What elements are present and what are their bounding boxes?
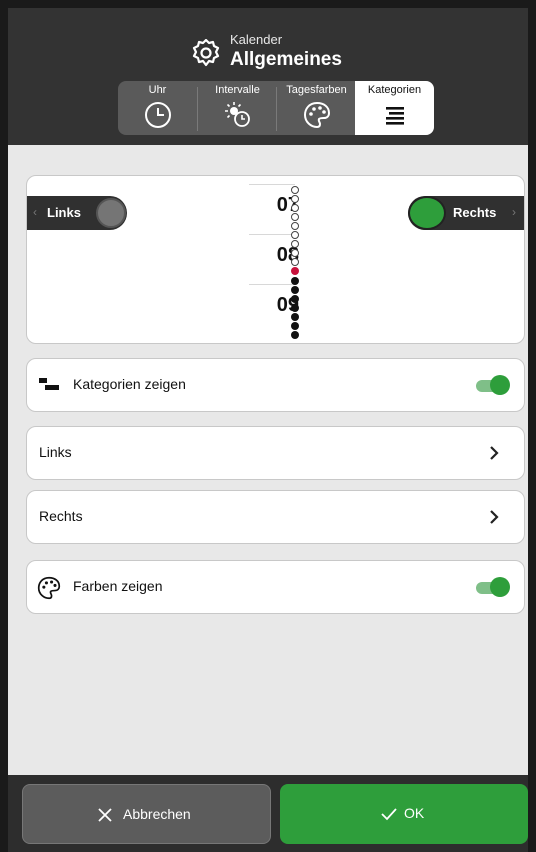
align-lines-icon	[385, 107, 404, 125]
left-toggle-knob	[96, 198, 126, 228]
left-label: Links	[47, 205, 81, 220]
ok-button[interactable]: OK	[280, 784, 528, 844]
right-chevron-icon: ›	[512, 205, 516, 219]
categories-preview: ‹ Links 07 08 09 Rechts ›	[26, 175, 525, 344]
palette-icon	[303, 101, 330, 129]
dot-empty	[291, 213, 299, 221]
tab-uhr[interactable]: Uhr	[118, 81, 197, 135]
right-settings-label: Rechts	[39, 508, 83, 524]
dot-empty	[291, 204, 299, 212]
dot-filled	[291, 313, 299, 321]
dot-empty	[291, 258, 299, 266]
dot-current	[291, 267, 299, 275]
hour-divider	[249, 234, 295, 235]
tab-intervalle[interactable]: Intervalle	[198, 81, 277, 135]
dot-empty	[291, 186, 299, 194]
show-colors-label: Farben zeigen	[73, 578, 163, 594]
show-colors-row[interactable]: Farben zeigen	[26, 560, 525, 614]
tab-label: Kategorien	[367, 84, 422, 96]
left-chevron-icon: ‹	[33, 205, 37, 219]
right-settings-row[interactable]: Rechts	[26, 490, 525, 544]
dot-filled	[291, 304, 299, 312]
settings-screen: Kalender Allgemeines Uhr Intervalle Tage…	[8, 8, 528, 852]
dot-filled	[291, 322, 299, 330]
chevron-right-icon	[490, 510, 499, 524]
show-colors-toggle[interactable]	[476, 577, 510, 597]
close-icon	[98, 808, 112, 822]
dot-empty	[291, 249, 299, 257]
header: Kalender Allgemeines Uhr Intervalle Tage…	[8, 8, 528, 145]
show-categories-toggle[interactable]	[476, 375, 510, 395]
dot-empty	[291, 222, 299, 230]
dot-filled	[291, 286, 299, 294]
tab-label: Tagesfarben	[286, 84, 347, 96]
dot-empty	[291, 231, 299, 239]
left-settings-label: Links	[39, 444, 72, 460]
ok-label: OK	[404, 805, 425, 821]
title-area: Kalender Allgemeines	[8, 18, 528, 70]
toggle-thumb	[490, 375, 510, 395]
interval-dots	[291, 184, 301, 343]
right-category-bar: Rechts ›	[408, 196, 524, 230]
chevron-right-icon	[490, 446, 499, 460]
clock-icon	[144, 102, 171, 128]
tab-label: Intervalle	[215, 84, 260, 96]
show-categories-label: Kategorien zeigen	[73, 376, 186, 392]
hour-divider	[249, 184, 295, 185]
gear-icon	[192, 39, 220, 67]
cancel-button[interactable]: Abbrechen	[22, 784, 271, 844]
dot-empty	[291, 195, 299, 203]
dot-filled	[291, 295, 299, 303]
categories-icon	[39, 378, 59, 390]
sun-clock-icon	[224, 102, 250, 127]
left-category-bar: ‹ Links	[27, 196, 127, 230]
dot-filled	[291, 331, 299, 339]
left-settings-row[interactable]: Links	[26, 426, 525, 480]
tab-kategorien[interactable]: Kategorien	[355, 81, 434, 135]
hour-divider	[249, 284, 295, 285]
right-toggle-knob	[408, 196, 446, 230]
right-label: Rechts	[453, 205, 497, 220]
show-categories-row[interactable]: Kategorien zeigen	[26, 358, 525, 412]
tab-label: Uhr	[148, 84, 167, 96]
tab-tagesfarben[interactable]: Tagesfarben	[277, 81, 356, 135]
toggle-thumb	[490, 577, 510, 597]
page-title: Allgemeines	[230, 49, 342, 70]
page-subtitle: Kalender	[230, 32, 283, 47]
tab-bar: Uhr Intervalle Tagesfarben Kategorien	[118, 81, 434, 135]
footer-bar: Abbrechen OK	[8, 775, 528, 852]
dot-empty	[291, 240, 299, 248]
cancel-label: Abbrechen	[123, 806, 191, 822]
palette-icon	[37, 576, 61, 600]
dot-filled	[291, 277, 299, 285]
check-icon	[381, 808, 397, 821]
